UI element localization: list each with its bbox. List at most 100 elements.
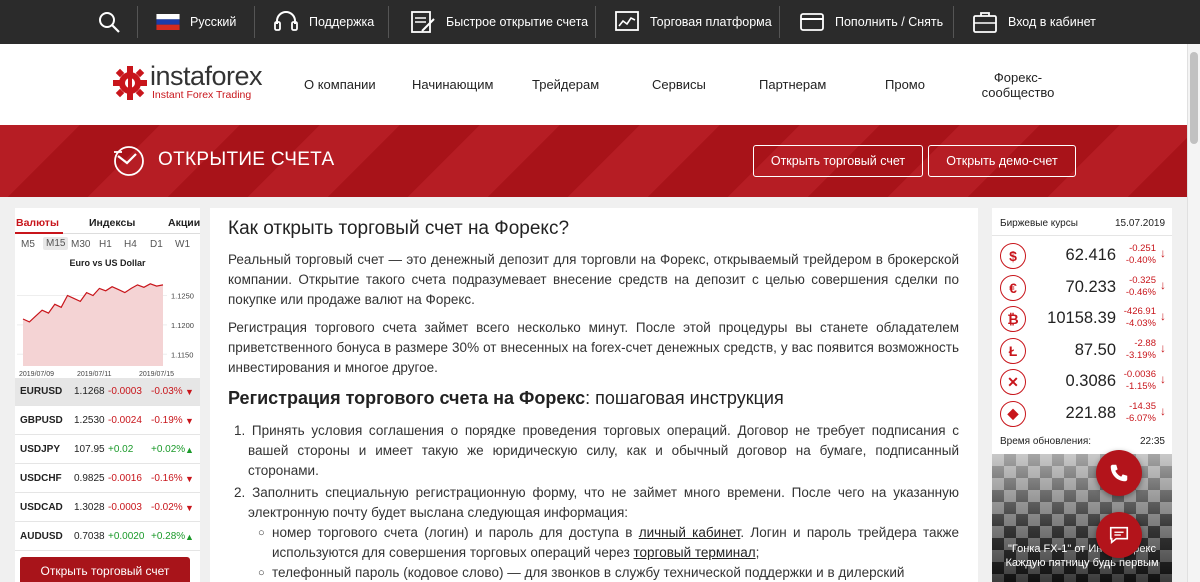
rate-change: -426.91 [1123, 306, 1156, 317]
arrow-down-icon: ↓ [1160, 309, 1166, 323]
ripple-icon: ✕ [1000, 369, 1026, 395]
paragraph-intro: Реальный торговый счет — это денежный де… [228, 252, 959, 307]
page-title: ОТКРЫТИЕ СЧЕТА [158, 149, 335, 170]
arrow-down-icon: ▼ [185, 473, 194, 484]
login-label: Вход в кабинет [1008, 15, 1096, 29]
rates-header-label: Биржевые курсы [1000, 218, 1078, 229]
rate-value: 0.3086 [1065, 372, 1116, 390]
arrow-down-icon: ▼ [185, 386, 194, 397]
nav-beginners[interactable]: Начинающим [412, 44, 493, 125]
tf-m15[interactable]: M15 [43, 237, 69, 250]
rate-percent: -6.07% [1125, 412, 1156, 424]
arrow-down-icon: ↓ [1160, 277, 1166, 292]
open-account-button[interactable]: Открыть торговый счет [20, 557, 190, 582]
trading-terminal-link[interactable]: торговый терминал [634, 545, 756, 560]
rate-percent: -3.19% [1125, 349, 1156, 361]
promo-text: "Гонка FX-1" от ИнстаФорекс Каждую пятни… [992, 542, 1172, 570]
x-tick-label: 2019/07/09 [19, 371, 54, 378]
quote-row-usdjpy[interactable]: USDJPY 107.95 +0.02 +0.02% ▲ [15, 436, 200, 464]
open-demo-account-button[interactable]: Открыть демо-счет [928, 145, 1076, 177]
update-time-row: Время обновления: 22:35 [1000, 436, 1165, 447]
divider [254, 6, 255, 38]
instaforex-logo[interactable]: instaforex Instant Forex Trading [112, 61, 282, 101]
nav-services[interactable]: Сервисы [652, 44, 706, 125]
tab-indices[interactable]: Индексы [89, 217, 135, 229]
bullet-marker-icon: ○ [258, 567, 265, 579]
quote-row-usdchf[interactable]: USDCHF 0.9825 -0.0016 -0.16% ▼ [15, 465, 200, 493]
chart-monitor-icon [615, 11, 639, 31]
trading-platform-link[interactable]: Торговая платформа [614, 0, 772, 44]
support-link[interactable]: Поддержка [273, 0, 374, 44]
promo-line2: Каждую пятницу будь первым [1005, 557, 1159, 569]
ethereum-icon: ◆ [1000, 400, 1026, 427]
page-banner: ОТКРЫТИЕ СЧЕТА Открыть торговый счет Отк… [0, 125, 1200, 197]
language-selector[interactable]: Русский [156, 0, 236, 44]
rate-row: $62.416 -0.251 -0.40% ↓ [992, 240, 1172, 271]
tab-currencies[interactable]: Валюты [16, 217, 59, 229]
divider [137, 6, 138, 38]
quote-change: +0.02 [108, 444, 134, 455]
tf-m30[interactable]: M30 [71, 239, 90, 250]
bullet-phone-password: ○ телефонный пароль (кодовое слово) — дл… [258, 563, 959, 582]
rate-change: -0.0036 [1123, 369, 1156, 380]
divider [953, 6, 954, 38]
tf-w1[interactable]: W1 [175, 239, 190, 250]
quote-percent: -0.19% [151, 415, 183, 426]
logo-wordmark: instaforex [150, 61, 263, 91]
rate-change: -0.325 [1129, 274, 1156, 286]
promo-banner[interactable]: "Гонка FX-1" от ИнстаФорекс Каждую пятни… [992, 454, 1172, 582]
phone-icon [1110, 464, 1128, 482]
login-link[interactable]: Вход в кабинет [972, 0, 1096, 44]
quote-price: 0.7038 [74, 531, 105, 542]
quote-symbol: USDCHF [20, 473, 62, 484]
headset-icon [274, 11, 298, 31]
quote-symbol: USDJPY [20, 444, 61, 455]
page-scrollbar[interactable] [1187, 44, 1200, 582]
quote-row-usdcad[interactable]: USDCAD 1.3028 -0.0003 -0.02% ▼ [15, 494, 200, 522]
nav-community[interactable]: Форекс- сообщество [982, 44, 1055, 125]
quote-row-eurusd[interactable]: EURUSD 1.1268 -0.0003 -0.03% ▼ [15, 378, 200, 406]
section-heading: Регистрация торгового счета на Форекс: п… [228, 388, 784, 409]
rate-percent: -4.03% [1125, 318, 1156, 329]
tf-h4[interactable]: H4 [124, 239, 137, 250]
x-tick-label: 2019/07/11 [77, 371, 112, 378]
credit-card-icon [800, 13, 824, 31]
timeframe-selector: M5 M15 M30 H1 H4 D1 W1 [15, 234, 200, 254]
nav-partners[interactable]: Партнерам [759, 44, 826, 125]
nav-promo[interactable]: Промо [885, 44, 925, 125]
trading-platform-label: Торговая платформа [650, 15, 772, 29]
rate-row: ✕ 0.3086 -0.0036 -1.15% ↓ [992, 366, 1172, 397]
personal-cabinet-link[interactable]: личный кабинет [639, 525, 741, 540]
quote-row-audusd[interactable]: AUDUSD 0.7038 +0.0020 +0.28% ▲ [15, 523, 200, 551]
call-back-button[interactable] [1096, 450, 1142, 496]
price-chart[interactable]: 1.1250 1.1200 1.1150 2019/07/09 2019/07/11 20… [15, 270, 200, 378]
live-chat-button[interactable] [1096, 512, 1142, 558]
tf-d1[interactable]: D1 [150, 239, 163, 250]
tf-m5[interactable]: M5 [21, 239, 35, 250]
support-label: Поддержка [309, 15, 375, 29]
nav-about[interactable]: О компании [304, 44, 376, 125]
deposit-withdraw-label: Пополнить / Снять [835, 15, 944, 29]
quote-row-gbpusd[interactable]: GBPUSD 1.2530 -0.0024 -0.19% ▼ [15, 407, 200, 435]
quote-change: -0.0016 [108, 473, 142, 484]
nav-traders[interactable]: Трейдерам [532, 44, 599, 125]
quote-price: 1.1268 [74, 386, 105, 397]
arrow-down-icon: ↓ [1160, 340, 1166, 355]
open-real-account-button[interactable]: Открыть торговый счет [753, 145, 923, 177]
scrollbar-thumb[interactable] [1190, 52, 1198, 144]
update-label: Время обновления: [1000, 436, 1092, 447]
quick-open-link[interactable]: Быстрое открытие счета [410, 0, 588, 44]
bullet2-text: телефонный пароль (кодовое слово) — для … [272, 565, 905, 580]
arrow-up-icon: ▲ [185, 531, 194, 542]
tf-h1[interactable]: H1 [99, 239, 112, 250]
chart-title: Euro vs US Dollar [69, 258, 146, 268]
y-tick-label: 1.1200 [171, 321, 194, 330]
rate-row: Ł 87.50 -2.88 -3.19% ↓ [992, 335, 1172, 366]
rate-change: -0.251 [1129, 243, 1156, 254]
rate-percent: -0.46% [1125, 286, 1156, 298]
deposit-withdraw-link[interactable]: Пополнить / Снять [799, 0, 943, 44]
search-button[interactable] [97, 0, 121, 44]
tab-stocks[interactable]: Акции [168, 217, 200, 229]
article-title: Как открыть торговый счет на Форекс? [228, 218, 570, 239]
quote-change: +0.0020 [108, 531, 145, 542]
